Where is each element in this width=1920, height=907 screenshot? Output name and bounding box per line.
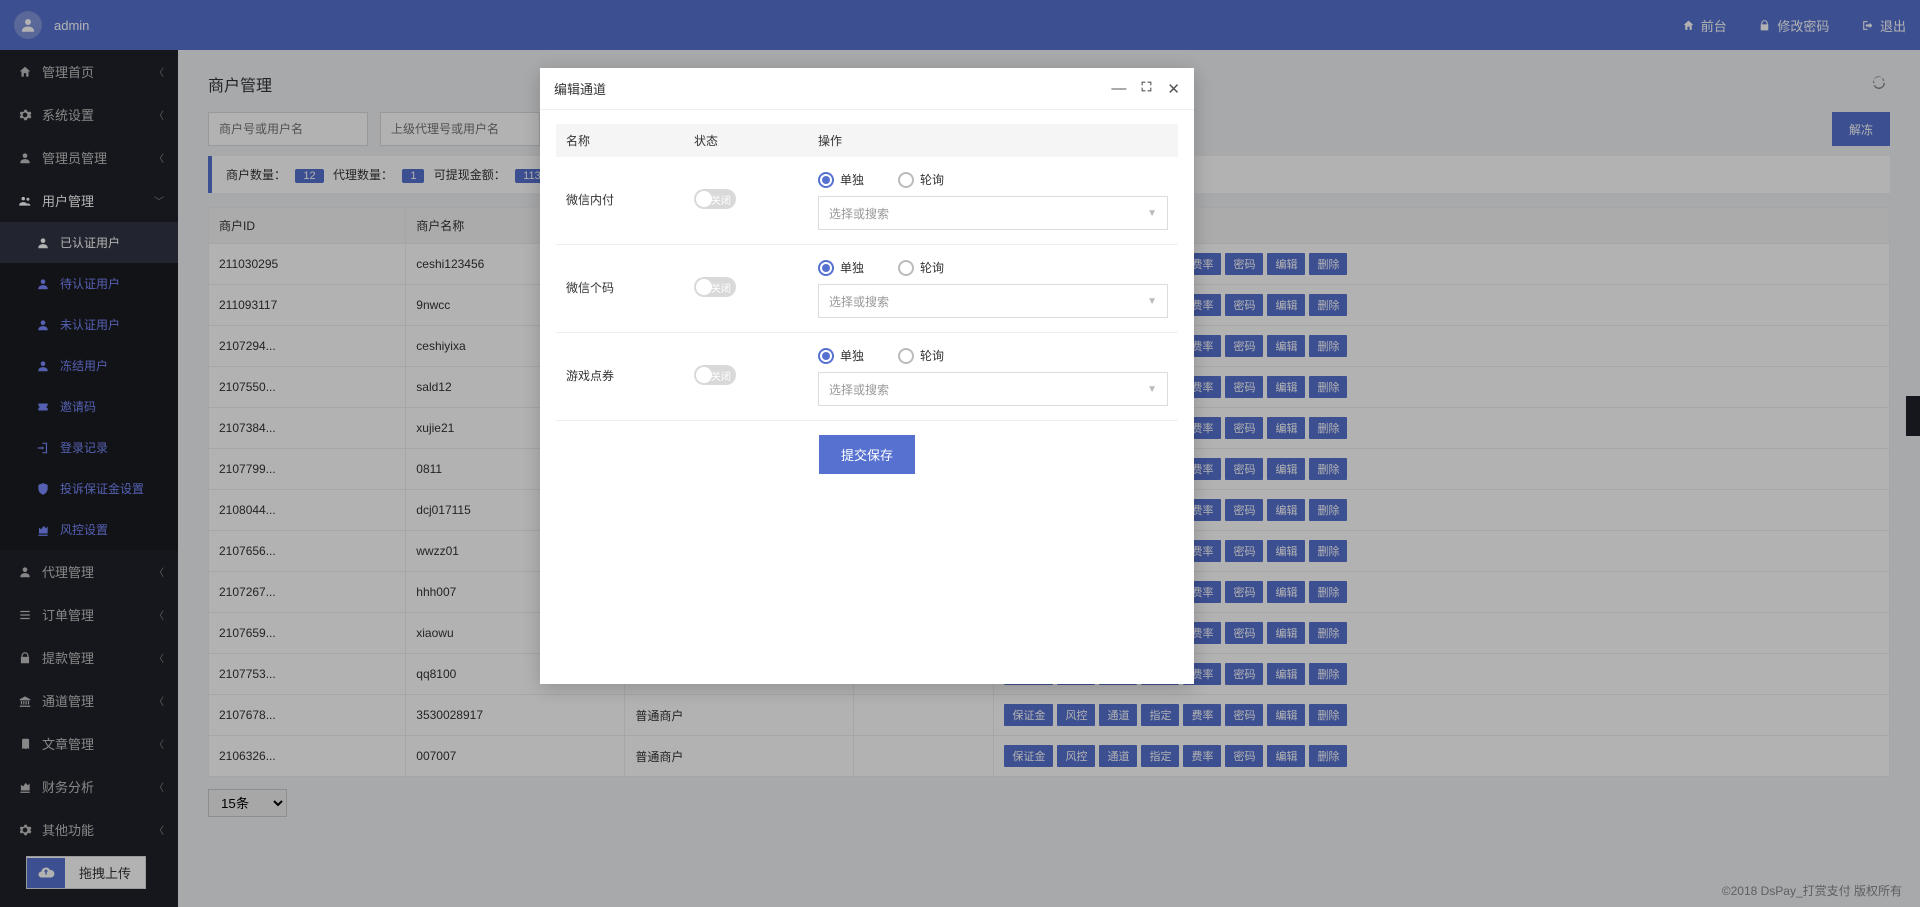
- channel-switch[interactable]: 关闭: [694, 365, 736, 385]
- edit-channel-dialog: 编辑通道 — ✕ 名称 状态 操作 微信内付 关闭 单独 轮询 选择或搜索: [540, 68, 1194, 684]
- dialog-minimize-button[interactable]: —: [1111, 80, 1126, 98]
- chevron-down-icon: ▼: [1147, 296, 1157, 307]
- radio-single[interactable]: 单独: [818, 259, 864, 276]
- dialog-title: 编辑通道: [554, 79, 606, 98]
- dlg-head-op: 操作: [818, 132, 1168, 149]
- channel-switch[interactable]: 关闭: [694, 277, 736, 297]
- maximize-icon: [1140, 80, 1153, 93]
- channel-name: 微信内付: [566, 171, 694, 208]
- channel-name: 微信个码: [566, 259, 694, 296]
- channel-row-0: 微信内付 关闭 单独 轮询 选择或搜索 ▼: [556, 157, 1178, 245]
- channel-switch[interactable]: 关闭: [694, 189, 736, 209]
- channel-name: 游戏点券: [566, 347, 694, 384]
- dialog-submit-button[interactable]: 提交保存: [819, 435, 915, 474]
- channel-select[interactable]: 选择或搜索 ▼: [818, 196, 1168, 230]
- radio-poll[interactable]: 轮询: [898, 259, 944, 276]
- dlg-head-name: 名称: [566, 132, 694, 149]
- radio-single[interactable]: 单独: [818, 171, 864, 188]
- chevron-down-icon: ▼: [1147, 208, 1157, 219]
- dialog-maximize-button[interactable]: [1140, 80, 1153, 98]
- channel-select[interactable]: 选择或搜索 ▼: [818, 372, 1168, 406]
- dialog-table-head: 名称 状态 操作: [556, 124, 1178, 157]
- dialog-body: 名称 状态 操作 微信内付 关闭 单独 轮询 选择或搜索 ▼ 微信个码 关闭 单…: [540, 110, 1194, 684]
- radio-single[interactable]: 单独: [818, 347, 864, 364]
- dialog-header: 编辑通道 — ✕: [540, 68, 1194, 110]
- radio-poll[interactable]: 轮询: [898, 171, 944, 188]
- dlg-head-state: 状态: [694, 132, 818, 149]
- channel-row-1: 微信个码 关闭 单独 轮询 选择或搜索 ▼: [556, 245, 1178, 333]
- chevron-down-icon: ▼: [1147, 384, 1157, 395]
- channel-row-2: 游戏点券 关闭 单独 轮询 选择或搜索 ▼: [556, 333, 1178, 421]
- dialog-close-button[interactable]: ✕: [1167, 80, 1180, 98]
- channel-select[interactable]: 选择或搜索 ▼: [818, 284, 1168, 318]
- radio-poll[interactable]: 轮询: [898, 347, 944, 364]
